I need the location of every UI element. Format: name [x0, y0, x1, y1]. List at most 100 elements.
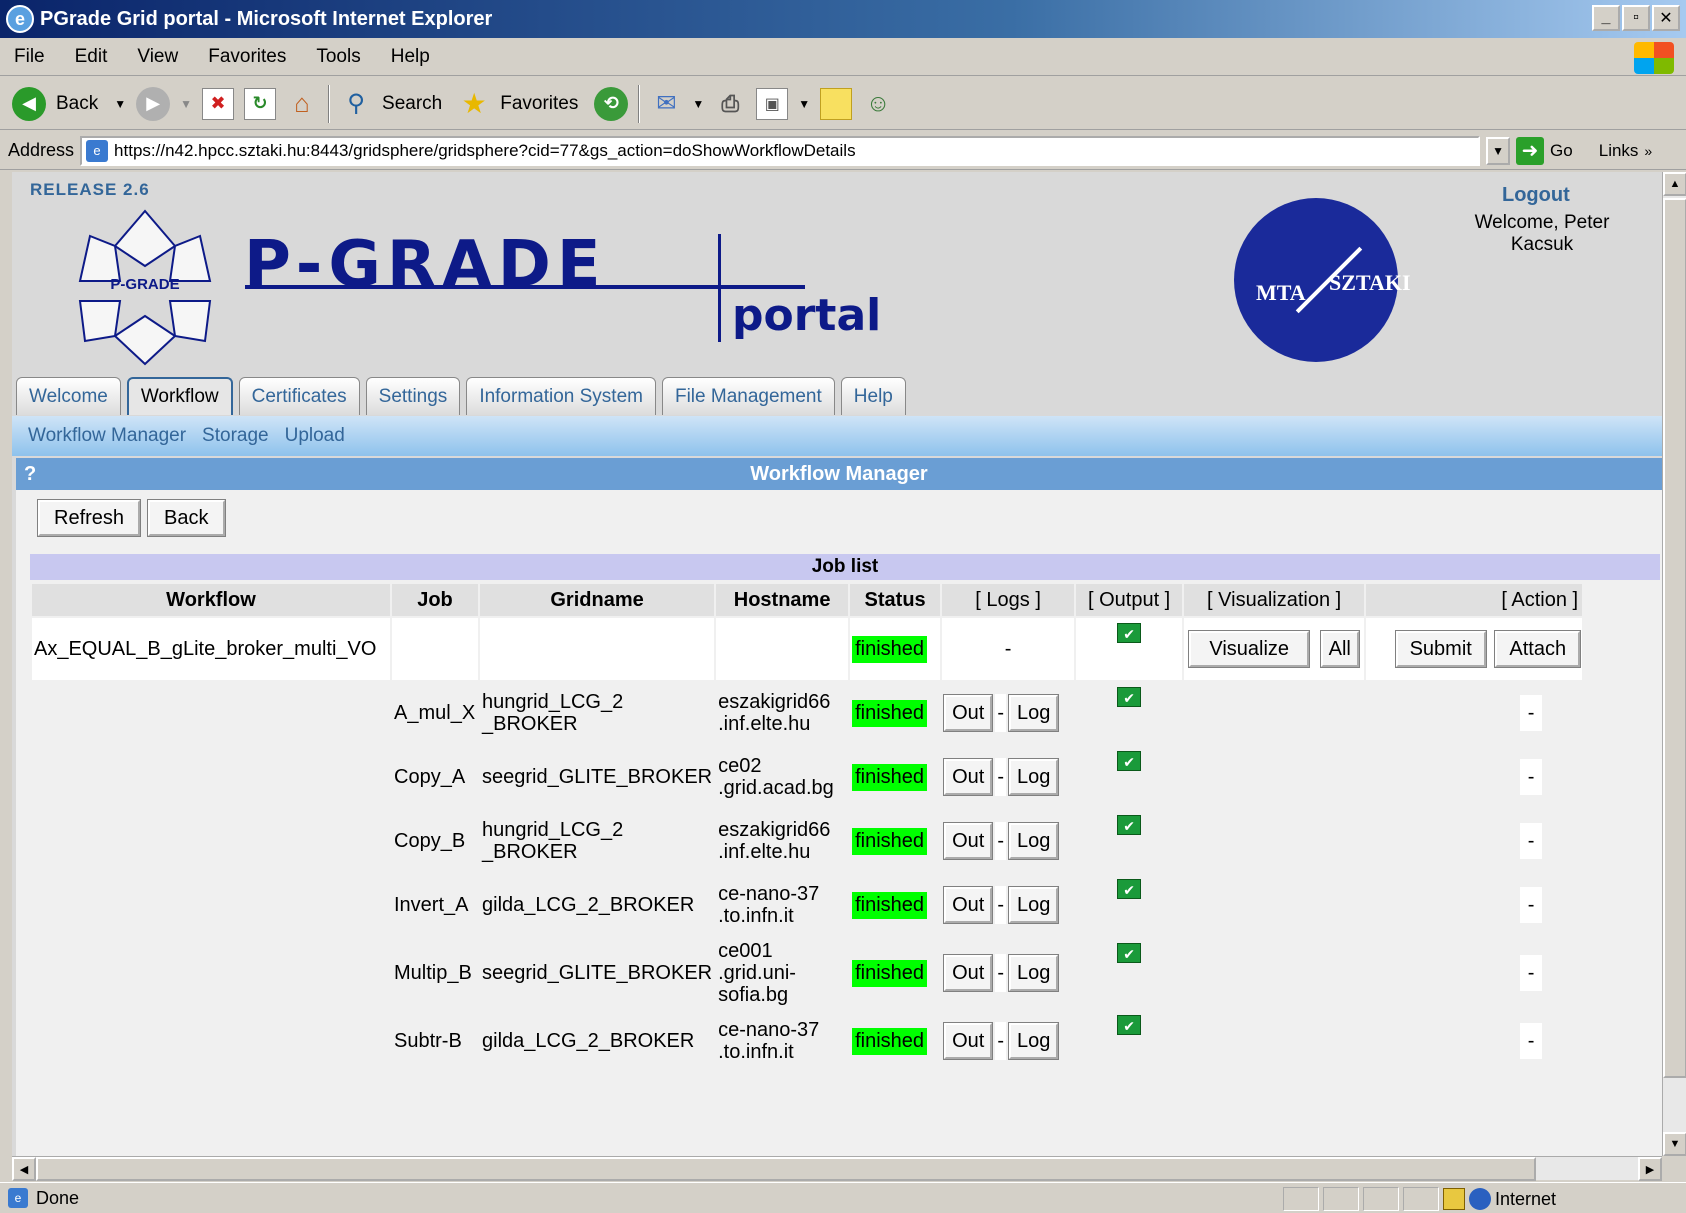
help-icon[interactable]: ? [24, 463, 36, 486]
address-input[interactable]: e https://n42.hpcc.sztaki.hu:8443/gridsp… [80, 135, 1481, 166]
search-icon[interactable]: ⚲ [340, 88, 372, 120]
messenger-icon[interactable]: ☺ [862, 88, 894, 120]
history-icon[interactable]: ⟲ [594, 86, 629, 121]
search-button-label[interactable]: Search [382, 93, 442, 115]
check-icon[interactable]: ✔ [1117, 687, 1142, 707]
close-button[interactable]: ✕ [1652, 5, 1680, 31]
logout-link[interactable]: Logout [1502, 184, 1570, 207]
check-icon[interactable]: ✔ [1117, 879, 1142, 899]
go-icon[interactable]: ➜ [1516, 136, 1545, 165]
tab-file-management[interactable]: File Management [661, 377, 835, 415]
menu-help[interactable]: Help [391, 46, 430, 68]
home-icon[interactable]: ⌂ [286, 88, 318, 120]
vertical-scrollbar[interactable]: ▲ ▼ [1662, 172, 1686, 1156]
forward-icon[interactable]: ▶ [136, 86, 171, 121]
job-status-cell: finished [850, 682, 940, 744]
scroll-thumb[interactable] [1663, 198, 1686, 1078]
col-visualization: [ Visualization ] [1184, 584, 1365, 616]
scroll-down-icon[interactable]: ▼ [1663, 1132, 1686, 1156]
back-icon[interactable]: ◀ [12, 86, 46, 121]
tab-settings[interactable]: Settings [365, 377, 461, 415]
refresh-icon[interactable]: ↻ [244, 87, 277, 120]
back-button[interactable]: Back [148, 500, 225, 536]
job-name: Multip_B [394, 961, 472, 984]
attach-button[interactable]: Attach [1495, 631, 1581, 667]
check-icon[interactable]: ✔ [1117, 623, 1142, 643]
refresh-button[interactable]: Refresh [38, 500, 141, 536]
out-button[interactable]: Out [944, 887, 993, 923]
tab-help[interactable]: Help [840, 377, 906, 415]
links-chevron-icon[interactable]: » [1644, 143, 1652, 159]
address-dropdown-icon[interactable]: ▼ [1486, 136, 1511, 165]
address-url[interactable]: https://n42.hpcc.sztaki.hu:8443/gridsphe… [114, 141, 856, 161]
out-button[interactable]: Out [944, 759, 993, 795]
lock-icon[interactable] [1442, 1188, 1465, 1210]
out-button[interactable]: Out [944, 1023, 993, 1059]
maximize-button[interactable]: ▫ [1622, 5, 1650, 31]
scroll-thumb[interactable] [36, 1157, 1536, 1181]
col-gridname: Gridname [480, 584, 715, 616]
visualize-button[interactable]: Visualize [1189, 631, 1310, 667]
scroll-up-icon[interactable]: ▲ [1663, 172, 1686, 196]
job-gridname: gilda_LCG_2_BROKER [482, 894, 695, 916]
edit-dropdown-icon[interactable]: ▼ [798, 97, 810, 111]
print-icon[interactable]: ⎙ [714, 88, 746, 120]
forward-dropdown-icon[interactable]: ▼ [180, 97, 192, 111]
discuss-icon[interactable] [820, 87, 853, 120]
log-button[interactable]: Log [1009, 759, 1059, 795]
back-dropdown-icon[interactable]: ▼ [114, 97, 126, 111]
menu-tools[interactable]: Tools [316, 46, 360, 68]
tab-certificates[interactable]: Certificates [238, 377, 360, 415]
workflow-hostname-cell [716, 618, 849, 680]
subnav-storage[interactable]: Storage [202, 425, 269, 447]
menu-view[interactable]: View [137, 46, 178, 68]
mail-icon[interactable]: ✉ [650, 88, 682, 120]
check-icon[interactable]: ✔ [1117, 943, 1142, 963]
tab-welcome[interactable]: Welcome [16, 377, 121, 415]
log-button[interactable]: Log [1009, 955, 1059, 991]
job-action-value: - [1520, 1023, 1543, 1059]
menu-edit[interactable]: Edit [75, 46, 108, 68]
out-button[interactable]: Out [944, 955, 993, 991]
log-button[interactable]: Log [1009, 887, 1059, 923]
favorites-icon[interactable]: ★ [458, 88, 490, 120]
log-button[interactable]: Log [1009, 1023, 1059, 1059]
favorites-button-label[interactable]: Favorites [500, 93, 578, 115]
check-icon[interactable]: ✔ [1117, 815, 1142, 835]
job-status-cell: finished [850, 746, 940, 808]
address-bar: Address e https://n42.hpcc.sztaki.hu:844… [0, 132, 1686, 170]
submit-button[interactable]: Submit [1395, 631, 1486, 667]
portal-title: portal [732, 290, 882, 341]
scroll-left-icon[interactable]: ◀ [12, 1157, 36, 1181]
tab-workflow[interactable]: Workflow [126, 377, 233, 415]
job-logs-cell: Out - Log [942, 746, 1074, 808]
minimize-button[interactable]: _ [1592, 5, 1620, 31]
mail-dropdown-icon[interactable]: ▼ [692, 97, 704, 111]
subnav-upload[interactable]: Upload [285, 425, 345, 447]
menu-file[interactable]: File [14, 46, 45, 68]
stop-icon[interactable]: ✖ [202, 87, 235, 120]
out-button[interactable]: Out [944, 695, 993, 731]
page-icon: e [86, 139, 109, 162]
check-icon[interactable]: ✔ [1117, 1015, 1142, 1035]
job-action-value: - [1520, 887, 1543, 923]
menu-favorites[interactable]: Favorites [208, 46, 286, 68]
back-button-label[interactable]: Back [56, 93, 98, 115]
check-icon[interactable]: ✔ [1117, 751, 1142, 771]
empty-workflow-cell [32, 746, 390, 808]
tab-information-system[interactable]: Information System [466, 377, 656, 415]
job-output-cell: ✔ [1076, 746, 1182, 808]
log-button[interactable]: Log [1009, 695, 1059, 731]
log-button[interactable]: Log [1009, 823, 1059, 859]
scroll-right-icon[interactable]: ▶ [1638, 1157, 1662, 1181]
job-gridname: hungrid_LCG_2 _BROKER [482, 691, 624, 735]
horizontal-scrollbar[interactable]: ◀ ▶ [12, 1156, 1662, 1181]
pgrade-title: P-GRADE [244, 228, 607, 302]
out-button[interactable]: Out [944, 823, 993, 859]
edit-icon[interactable]: ▣ [756, 87, 789, 120]
logo-line [718, 234, 721, 342]
links-label[interactable]: Links [1599, 141, 1639, 161]
go-button-label[interactable]: Go [1550, 141, 1573, 161]
visualize-all-button[interactable]: All [1320, 631, 1359, 667]
subnav-workflow-manager[interactable]: Workflow Manager [28, 425, 186, 447]
